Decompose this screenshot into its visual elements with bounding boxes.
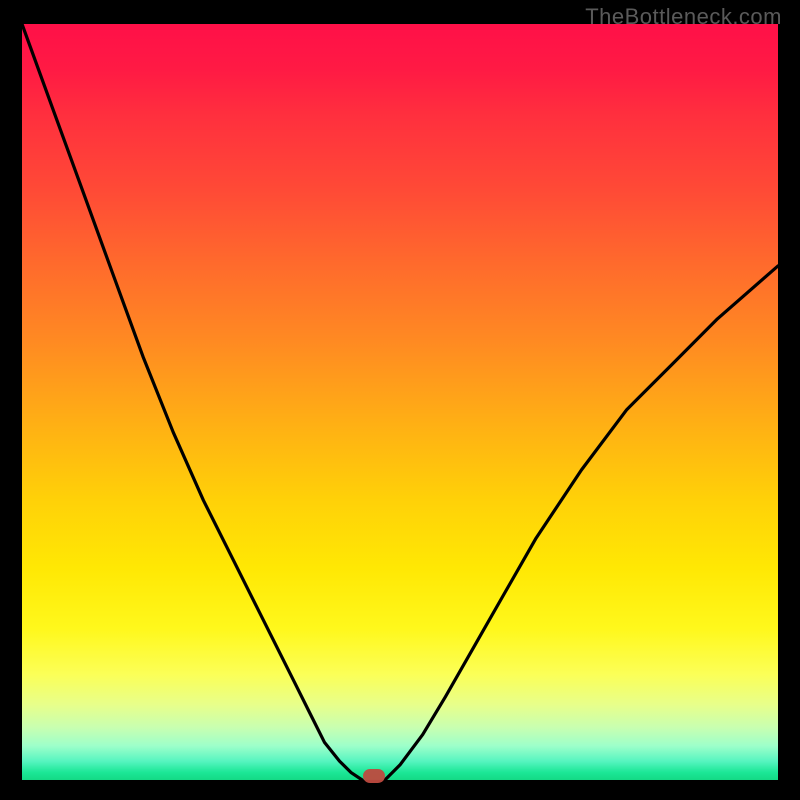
curve-layer [22,24,778,780]
curve-right [385,266,778,780]
curve-left [22,24,362,780]
minimum-marker [363,769,385,783]
plot-area [22,24,778,780]
chart-container: TheBottleneck.com [0,0,800,800]
